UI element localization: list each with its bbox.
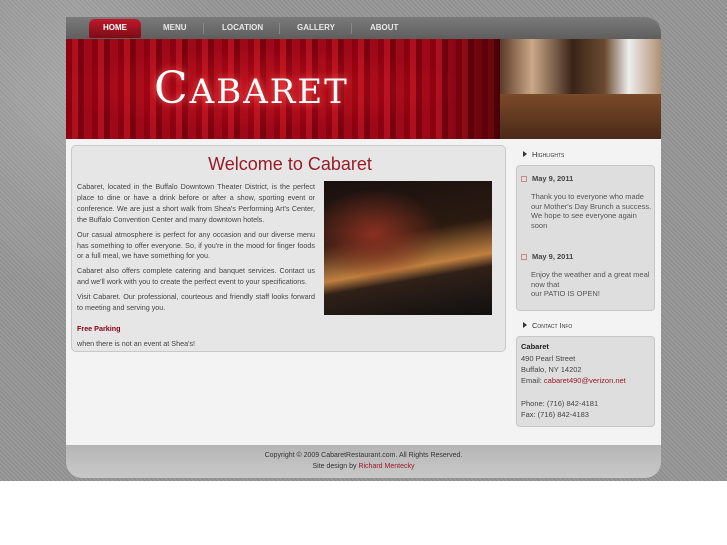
contact-fax: Fax: (716) 842-4183: [521, 410, 589, 419]
welcome-text: Cabaret, located in the Buffalo Downtown…: [77, 182, 315, 354]
highlight-line: Enjoy the weather and a great meal now t…: [531, 270, 650, 289]
cabaret-logo: CABARET: [154, 63, 349, 114]
nav-divider: [279, 23, 280, 34]
site-design-credit: Site design by Richard Mentecky: [66, 461, 661, 472]
nav-home[interactable]: HOME: [89, 19, 141, 38]
content-area: Welcome to Cabaret Cabaret, located in t…: [66, 139, 661, 445]
paragraph: Cabaret also offers complete catering an…: [77, 266, 315, 287]
highlight-text: Thank you to everyone who made our Mothe…: [531, 192, 652, 230]
copyright-text: Copyright © 2009 CabaretRestaurant.com. …: [264, 452, 463, 459]
paragraph: Cabaret, located in the Buffalo Downtown…: [77, 182, 315, 224]
footer: Copyright © 2009 CabaretRestaurant.com. …: [66, 445, 661, 478]
main-nav: HOME MENU LOCATION GALLERY ABOUT: [66, 17, 661, 39]
nav-divider: [351, 23, 352, 34]
highlight-line: our PATIO IS OPEN!: [531, 289, 600, 298]
contact-email: Email: cabaret490@verizon.net: [521, 376, 626, 386]
parking-note: when there is not an event at Shea's!: [77, 338, 196, 348]
nav-divider: [203, 23, 204, 34]
nav-location[interactable]: LOCATION: [222, 17, 263, 39]
contact-name: Cabaret: [521, 342, 549, 351]
paragraph: Visit Cabaret. Our professional, courteo…: [77, 292, 315, 313]
header-banner: CABARET: [66, 39, 661, 139]
email-label: Email:: [521, 376, 544, 385]
designer-link[interactable]: Richard Mentecky: [358, 463, 414, 470]
nav-gallery[interactable]: GALLERY: [297, 17, 335, 39]
paragraph: Our casual atmosphere is perfect for any…: [77, 229, 315, 261]
contact-box: Cabaret 490 Pearl Street Buffalo, NY 142…: [516, 336, 655, 427]
highlights-heading: Highlights: [523, 150, 564, 159]
restaurant-interior-photo: [500, 39, 661, 139]
contact-heading: Contact Info: [523, 321, 572, 330]
night-street-photo: [324, 181, 492, 315]
nav-menu[interactable]: MENU: [163, 17, 187, 39]
welcome-panel: Welcome to Cabaret Cabaret, located in t…: [71, 145, 506, 352]
highlights-box: May 9, 2011 Thank you to everyone who ma…: [516, 165, 655, 311]
site-container: HOME MENU LOCATION GALLERY ABOUT CABARET…: [66, 17, 661, 478]
contact-phone: Phone: (716) 842-4181: [521, 399, 599, 408]
design-label: Site design by: [312, 463, 359, 470]
email-link[interactable]: cabaret490@verizon.net: [544, 376, 626, 385]
contact-city: Buffalo, NY 14202: [521, 365, 582, 374]
highlight-date: May 9, 2011: [521, 174, 573, 183]
nav-about[interactable]: ABOUT: [370, 17, 398, 39]
page-title: Welcome to Cabaret: [208, 154, 372, 174]
highlight-text: Enjoy the weather and a great meal now t…: [531, 270, 653, 299]
contact-street: 490 Pearl Street: [521, 354, 576, 363]
free-parking-heading: Free Parking: [77, 323, 121, 333]
highlight-date: May 9, 2011: [521, 252, 573, 261]
